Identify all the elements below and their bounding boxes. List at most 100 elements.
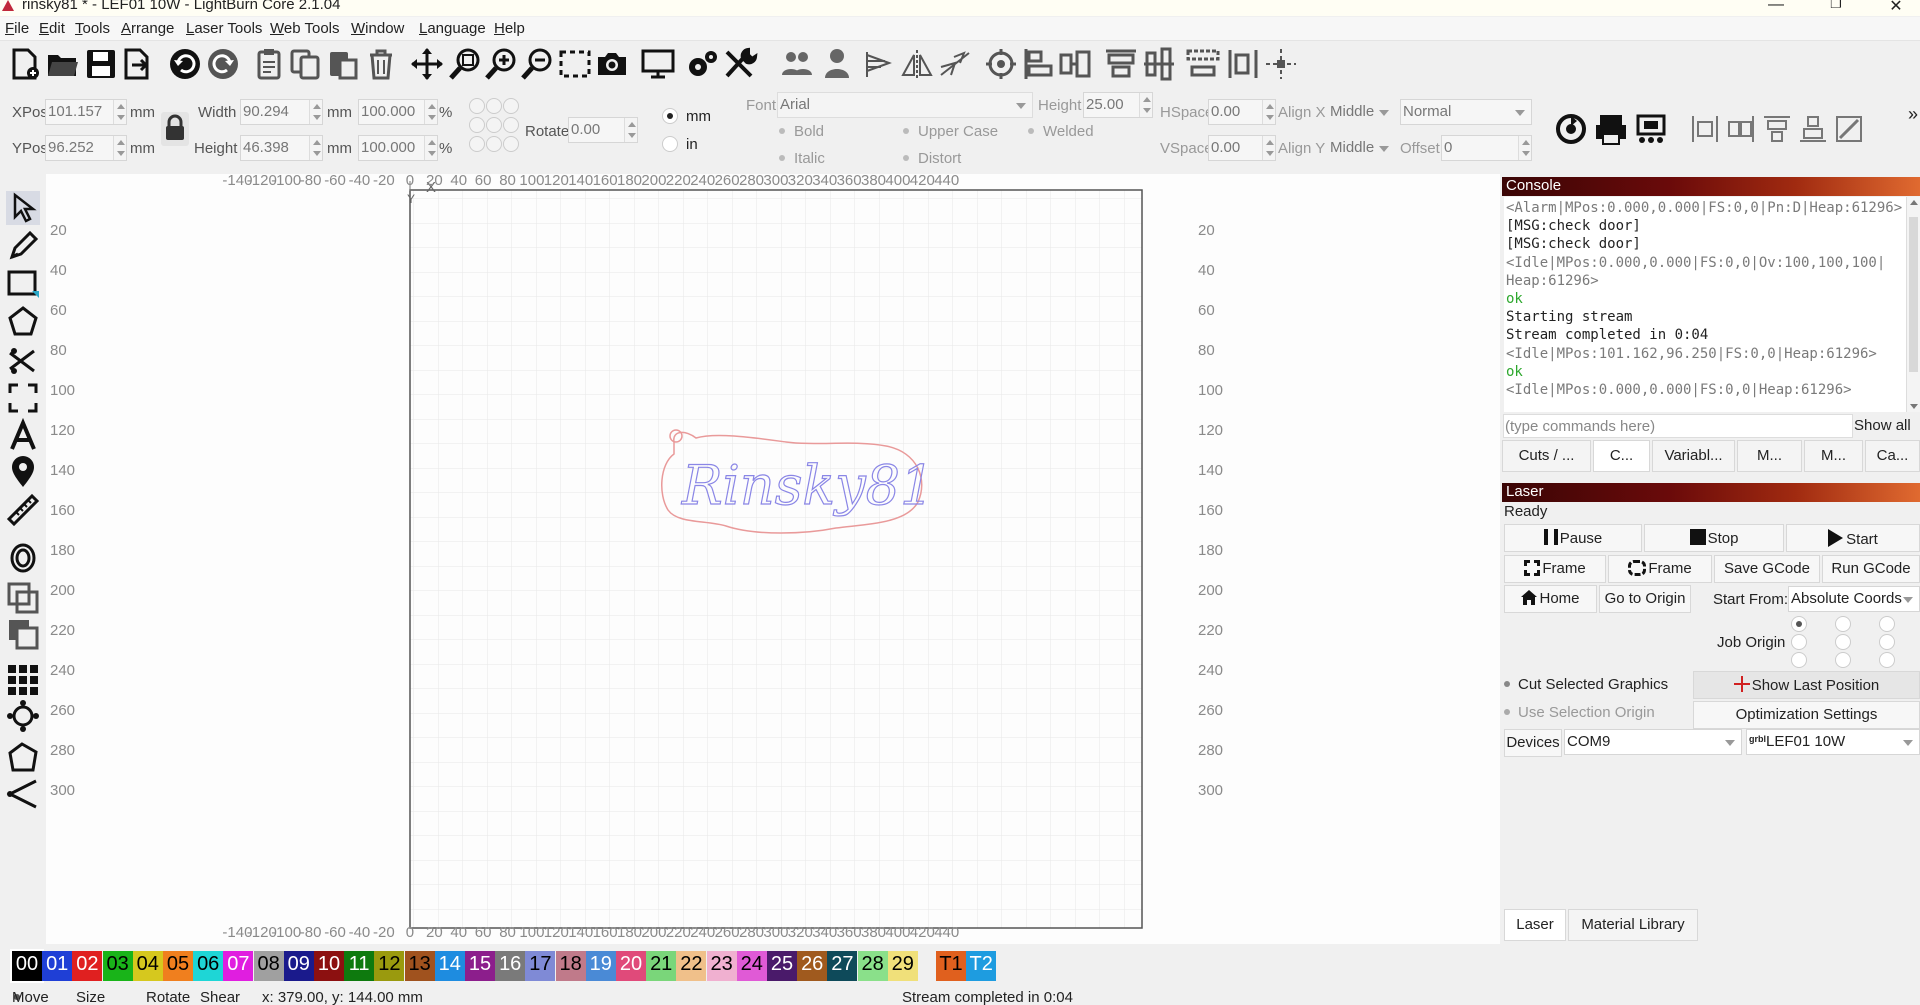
go-to-origin-button[interactable]: Go to Origin xyxy=(1599,585,1691,613)
layer-swatch-02[interactable]: 02 xyxy=(72,951,103,981)
tab-material[interactable]: M... xyxy=(1804,440,1863,472)
scale-width-field[interactable]: 100.000 xyxy=(358,99,438,125)
align-bottom-edges-icon[interactable] xyxy=(1798,114,1828,144)
tab-cuts-layers[interactable]: Cuts / ... xyxy=(1502,440,1591,472)
hspace-field[interactable]: 0.00 xyxy=(1208,99,1276,125)
rotate-field[interactable]: 0.00 xyxy=(568,117,638,143)
console-command-input[interactable]: (type commands here) xyxy=(1503,414,1853,438)
auto-join-icon[interactable] xyxy=(6,777,40,811)
layer-swatch-04[interactable]: 04 xyxy=(132,951,163,981)
canvas-area[interactable]: X Y Rinsky81 -140 -140 -120 -120 -100 -100 -80… xyxy=(46,172,1500,944)
stop-button[interactable]: Stop xyxy=(1644,524,1784,552)
job-origin-grid[interactable] xyxy=(1791,616,1911,670)
start-button[interactable]: Start xyxy=(1786,524,1920,552)
edit-nodes-icon[interactable] xyxy=(6,343,40,377)
layer-swatch-29[interactable]: 29 xyxy=(887,951,918,981)
distribute-v-icon[interactable] xyxy=(1226,47,1260,81)
com-port-select[interactable]: COM9 xyxy=(1564,729,1742,755)
open-folder-icon[interactable] xyxy=(46,47,80,81)
select-arrow-icon[interactable] xyxy=(6,191,40,225)
zoom-in-icon[interactable] xyxy=(484,47,518,81)
target-icon[interactable] xyxy=(984,47,1018,81)
minimize-button[interactable]: — xyxy=(1756,0,1796,14)
frame-rect-button[interactable]: Frame xyxy=(1504,555,1606,583)
paste-icon[interactable] xyxy=(326,47,360,81)
device-select[interactable]: grblLEF01 10W xyxy=(1746,729,1920,755)
close-button[interactable]: ✕ xyxy=(1876,0,1916,15)
circular-array-icon[interactable] xyxy=(6,699,40,733)
layer-swatch-16[interactable]: 16 xyxy=(495,951,526,981)
rotary-icon[interactable] xyxy=(1554,112,1588,146)
layer-swatch-19[interactable]: 19 xyxy=(585,951,616,981)
weld-icon[interactable] xyxy=(938,47,972,81)
maximize-button[interactable]: ❐ xyxy=(1816,0,1856,14)
export-icon[interactable] xyxy=(120,47,154,81)
undo-icon[interactable] xyxy=(168,47,202,81)
layer-swatch-28[interactable]: 28 xyxy=(857,951,888,981)
move-cross-icon[interactable] xyxy=(410,47,444,81)
array-grid-icon[interactable] xyxy=(6,663,40,697)
tab-variable-text[interactable]: Variabl... xyxy=(1652,440,1735,472)
menu-arrange[interactable]: Arrange xyxy=(121,20,174,37)
layer-swatch-20[interactable]: 20 xyxy=(616,951,646,981)
height-field[interactable]: 46.398 xyxy=(240,135,323,161)
layer-swatch-27[interactable]: 27 xyxy=(827,951,858,981)
width-field[interactable]: 90.294 xyxy=(240,99,323,125)
layer-swatch-17[interactable]: 17 xyxy=(525,951,556,981)
distort-checkbox[interactable]: Distort xyxy=(918,150,961,167)
menu-edit[interactable]: Edit xyxy=(39,20,65,37)
menu-laser-tools[interactable]: Laser Tools xyxy=(186,20,262,37)
xpos-field[interactable]: 101.157 xyxy=(45,99,127,125)
monitor-icon[interactable] xyxy=(641,47,675,81)
scale-height-field[interactable]: 100.000 xyxy=(358,135,438,161)
show-last-position-button[interactable]: Show Last Position xyxy=(1693,671,1920,699)
units-in-radio[interactable] xyxy=(662,136,678,152)
run-gcode-button[interactable]: Run GCode xyxy=(1822,555,1920,583)
polygon-icon[interactable] xyxy=(6,305,40,339)
anchor-grid[interactable] xyxy=(466,98,522,154)
rectangle-icon[interactable] xyxy=(6,267,40,301)
font-height-field[interactable]: 25.00 xyxy=(1083,92,1153,118)
align-top-icon[interactable] xyxy=(1104,47,1138,81)
layer-swatch-07[interactable]: 07 xyxy=(223,951,254,981)
layer-swatch-13[interactable]: 13 xyxy=(404,951,435,981)
camera-icon[interactable] xyxy=(595,47,629,81)
zoom-out-icon[interactable] xyxy=(520,47,554,81)
lock-ratio-icon[interactable] xyxy=(160,112,190,146)
convert-path-icon[interactable] xyxy=(6,741,40,775)
layer-swatch-25[interactable]: 25 xyxy=(767,951,797,981)
delete-trash-icon[interactable] xyxy=(364,47,398,81)
menu-help[interactable]: Help xyxy=(494,20,525,37)
group-icon[interactable] xyxy=(780,47,814,81)
menu-window[interactable]: Window xyxy=(351,20,404,37)
font-select[interactable]: Arial xyxy=(777,92,1033,118)
laser-machine-icon[interactable] xyxy=(1634,112,1668,146)
mirror-icon[interactable] xyxy=(900,47,934,81)
layer-swatch-09[interactable]: 09 xyxy=(283,951,314,981)
align-flip-h-icon[interactable] xyxy=(864,47,898,81)
devices-button[interactable]: Devices xyxy=(1504,729,1562,757)
frame-rubberband-button[interactable]: Frame xyxy=(1608,555,1712,583)
boolean-subtract-icon[interactable] xyxy=(6,617,40,651)
pen-draw-icon[interactable] xyxy=(6,229,40,263)
design-rinsky81-graphic[interactable]: Rinsky81 xyxy=(656,424,935,544)
paste-clipboard-icon[interactable] xyxy=(252,47,286,81)
measure-ruler-icon[interactable] xyxy=(6,493,40,527)
layer-swatch-10[interactable]: 10 xyxy=(314,951,344,981)
show-all-checkbox[interactable]: Show all xyxy=(1852,414,1920,438)
zoom-fit-icon[interactable] xyxy=(448,47,482,81)
align-left-icon[interactable] xyxy=(1022,47,1056,81)
position-marker-icon[interactable] xyxy=(6,455,40,489)
layer-swatch-03[interactable]: 03 xyxy=(102,951,133,981)
start-from-select[interactable]: Absolute Coords xyxy=(1788,586,1920,612)
tab-laser-panel[interactable]: Laser xyxy=(1504,909,1566,941)
align-y-select[interactable]: Middle xyxy=(1327,135,1396,161)
optimization-settings-button[interactable]: Optimization Settings xyxy=(1693,701,1920,729)
offset-field[interactable]: 0 xyxy=(1441,135,1532,161)
console-output[interactable]: <Alarm|MPos:0.000,0.000|FS:0,0|Pn:D|Heap… xyxy=(1504,197,1907,412)
layer-swatch-06[interactable]: 06 xyxy=(193,951,224,981)
layer-swatch-15[interactable]: 15 xyxy=(465,951,495,981)
resize-icon[interactable] xyxy=(1834,114,1864,144)
tab-camera[interactable]: Ca... xyxy=(1865,440,1920,472)
text-mode-select[interactable]: Normal xyxy=(1400,99,1532,125)
